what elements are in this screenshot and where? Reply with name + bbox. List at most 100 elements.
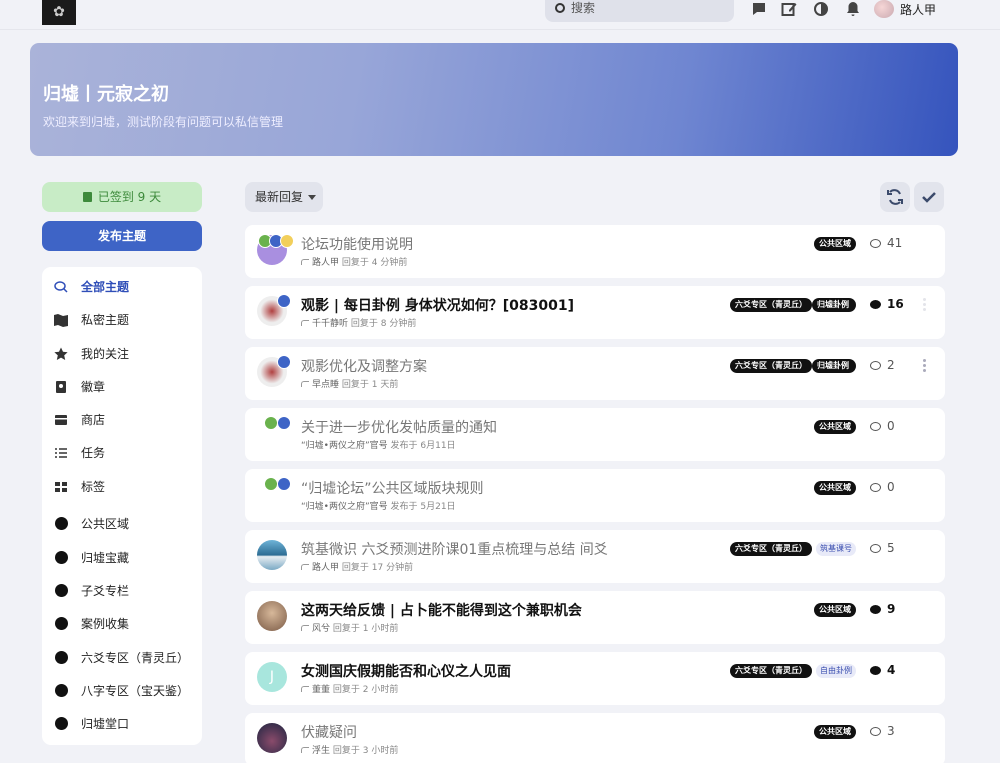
last-poster[interactable]: 董董 <box>312 685 330 695</box>
sidebar-tag-label: 归墟宝藏 <box>81 551 130 565</box>
sidebar-tag-label: 子爻专栏 <box>81 584 130 598</box>
sidebar-item-label: 标签 <box>81 480 106 494</box>
calendar-check-icon <box>82 192 92 202</box>
author-avatar[interactable] <box>257 540 287 570</box>
author-avatar[interactable]: J <box>257 662 287 692</box>
tag-color-dot <box>55 617 68 630</box>
posted-at: 发布于 5月21日 <box>390 502 456 512</box>
dark-mode-icon[interactable] <box>813 1 829 17</box>
user-avatar[interactable] <box>874 0 894 18</box>
discussion-title[interactable]: 观影 | 每日卦例 身体状况如何？[083001] <box>301 295 574 315</box>
last-activity: 回复于 3 小时前 <box>332 746 399 756</box>
star-icon <box>54 347 68 360</box>
discussion-row[interactable]: 观影优化及调整方案 早点睡 回复于 1 天前 六爻专区（青灵丘） 归墟卦例 2 <box>245 347 945 400</box>
last-poster[interactable]: 路人甲 <box>312 258 339 268</box>
compose-icon[interactable] <box>781 1 797 17</box>
more-options-icon[interactable] <box>923 298 927 312</box>
reply-count-value: 2 <box>887 358 895 372</box>
reply-count-value: 0 <box>887 480 895 494</box>
discussion-row[interactable]: 筑基微识 六爻预测进阶课01重点梳理与总结 间爻 路人甲 回复于 17 分钟前 … <box>245 530 945 583</box>
tag-label[interactable]: 六爻专区（青灵丘） <box>730 359 812 373</box>
sort-dropdown[interactable]: 最新回复 <box>245 182 323 212</box>
reply-icon <box>301 625 309 631</box>
refresh-icon <box>887 189 903 205</box>
tag-label[interactable]: 归墟卦例 <box>812 298 856 312</box>
comment-icon <box>870 605 881 614</box>
discussion-title[interactable]: 女测国庆假期能否和心仪之人见面 <box>301 661 511 681</box>
discussion-meta: 董董 回复于 2 小时前 <box>301 682 398 695</box>
discussion-title[interactable]: 论坛功能使用说明 <box>301 234 413 254</box>
task-list-icon <box>55 448 67 458</box>
tag-label[interactable]: 六爻专区（青灵丘） <box>730 542 812 556</box>
last-poster[interactable]: 路人甲 <box>312 563 339 573</box>
last-activity: 回复于 1 天前 <box>341 380 399 390</box>
author-avatar[interactable] <box>257 723 287 753</box>
discussion-meta: 风兮 回复于 1 小时前 <box>301 621 398 634</box>
posted-at: 发布于 6月11日 <box>390 441 456 451</box>
last-poster[interactable]: 早点睡 <box>312 380 339 390</box>
site-logo[interactable]: ✿ <box>42 0 76 25</box>
reply-icon <box>301 686 309 692</box>
last-poster[interactable]: 浮生 <box>312 746 330 756</box>
layers-badge-icon <box>277 355 291 369</box>
tag-label[interactable]: 公共区域 <box>814 237 856 251</box>
sidebar-item-label: 私密主题 <box>81 313 130 327</box>
tag-color-dot <box>55 684 68 697</box>
discussion-row[interactable]: J 女测国庆假期能否和心仪之人见面 董董 回复于 2 小时前 六爻专区（青灵丘）… <box>245 652 945 705</box>
tag-label[interactable]: 公共区域 <box>814 481 856 495</box>
tag-label[interactable]: 六爻专区（青灵丘） <box>730 298 812 312</box>
last-activity: 回复于 4 分钟前 <box>341 258 408 268</box>
author-name[interactable]: “归墟•两仪之府”官号 <box>301 502 388 512</box>
discussion-title[interactable]: 这两天给反馈 | 占卜能不能得到这个兼职机会 <box>301 600 582 620</box>
store-icon <box>55 415 67 425</box>
search-input[interactable]: 搜索 <box>545 0 734 22</box>
discussion-title[interactable]: 伏藏疑问 <box>301 722 357 742</box>
discussion-row[interactable]: 这两天给反馈 | 占卜能不能得到这个兼职机会 风兮 回复于 1 小时前 公共区域… <box>245 591 945 644</box>
discussion-row[interactable]: 论坛功能使用说明 路人甲 回复于 4 分钟前 公共区域 41 <box>245 225 945 278</box>
discussion-meta: 千千静听 回复于 8 分钟前 <box>301 316 416 329</box>
tag-color-dot <box>55 717 68 730</box>
discussion-row[interactable]: “归墟论坛”公共区域版块规则 “归墟•两仪之府”官号 发布于 5月21日 公共区… <box>245 469 945 522</box>
tag-label[interactable]: 筑基课号 <box>816 542 856 556</box>
comment-icon <box>870 422 881 431</box>
checkin-button[interactable]: 已签到 9 天 <box>42 182 202 212</box>
tags-grid-icon <box>55 482 67 492</box>
discussion-row[interactable]: 伏藏疑问 浮生 回复于 3 小时前 公共区域 3 <box>245 713 945 763</box>
tag-label[interactable]: 自由卦例 <box>816 664 856 678</box>
author-name[interactable]: “归墟•两仪之府”官号 <box>301 441 388 451</box>
reply-count: 0 <box>870 480 895 494</box>
tag-label[interactable]: 公共区域 <box>814 603 856 617</box>
discussion-title[interactable]: “归墟论坛”公共区域版块规则 <box>301 478 484 498</box>
more-options-icon[interactable] <box>923 359 927 373</box>
messages-icon[interactable] <box>751 1 767 17</box>
search-icon <box>555 3 565 13</box>
tag-label[interactable]: 六爻专区（青灵丘） <box>730 664 812 678</box>
tag-label[interactable]: 公共区域 <box>814 420 856 434</box>
discussion-row[interactable]: 观影 | 每日卦例 身体状况如何？[083001] 千千静听 回复于 8 分钟前… <box>245 286 945 339</box>
reply-count: 3 <box>870 724 895 738</box>
tag-label[interactable]: 归墟卦例 <box>812 359 856 373</box>
mark-all-read-button[interactable] <box>914 182 944 212</box>
reply-count: 0 <box>870 419 895 433</box>
sort-label: 最新回复 <box>255 190 304 204</box>
username[interactable]: 路人甲 <box>900 1 936 18</box>
sidebar-item-label: 商店 <box>81 413 106 427</box>
author-avatar[interactable] <box>257 601 287 631</box>
discussion-row[interactable]: 关于进一步优化发帖质量的通知 “归墟•两仪之府”官号 发布于 6月11日 公共区… <box>245 408 945 461</box>
refresh-button[interactable] <box>880 182 910 212</box>
discussion-title[interactable]: 关于进一步优化发帖质量的通知 <box>301 417 497 437</box>
discussion-title[interactable]: 筑基微识 六爻预测进阶课01重点梳理与总结 间爻 <box>301 539 608 559</box>
last-poster[interactable]: 千千静听 <box>312 319 348 329</box>
new-discussion-button[interactable]: 发布主题 <box>42 221 202 251</box>
discussion-title[interactable]: 观影优化及调整方案 <box>301 356 427 376</box>
hero-subtitle: 欢迎来到归墟，测试阶段有问题可以私信管理 <box>43 115 284 129</box>
reply-count-value: 0 <box>887 419 895 433</box>
comment-icon <box>870 544 881 553</box>
reply-count: 4 <box>870 663 895 677</box>
notification-bell-icon[interactable] <box>845 1 861 17</box>
comment-icon <box>870 727 881 736</box>
tag-label[interactable]: 公共区域 <box>814 725 856 739</box>
reply-count: 16 <box>870 297 904 311</box>
last-poster[interactable]: 风兮 <box>312 624 330 634</box>
discussion-meta: “归墟•两仪之府”官号 发布于 5月21日 <box>301 499 456 512</box>
